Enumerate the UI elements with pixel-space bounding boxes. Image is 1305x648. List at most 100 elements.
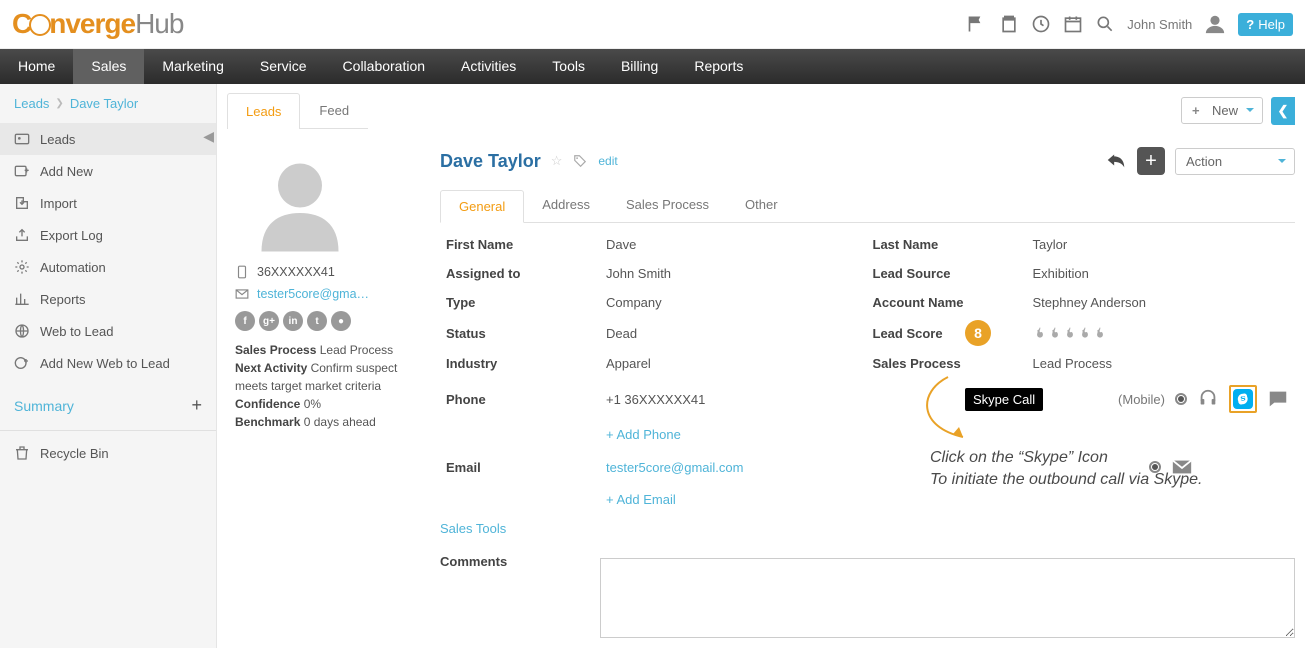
value-sales-process: Lead Process xyxy=(1033,356,1290,371)
phone-primary-radio[interactable] xyxy=(1175,393,1187,405)
sidebar-label: Recycle Bin xyxy=(40,446,109,461)
breadcrumb: Leads ❯ Dave Taylor xyxy=(0,84,216,123)
value-status: Dead xyxy=(606,326,863,341)
google-plus-icon[interactable]: g+ xyxy=(259,311,279,331)
add-email-link[interactable]: + Add Email xyxy=(606,492,676,507)
search-icon[interactable] xyxy=(1095,14,1115,34)
reply-icon[interactable] xyxy=(1105,149,1127,174)
label-industry: Industry xyxy=(446,356,596,371)
clock-icon[interactable] xyxy=(1031,14,1051,34)
label: Sales Process xyxy=(235,343,316,357)
breadcrumb-record[interactable]: Dave Taylor xyxy=(70,96,138,111)
help-button[interactable]: ?Help xyxy=(1238,13,1293,36)
sidebar-item-automation[interactable]: Automation xyxy=(0,251,216,283)
sidebar-item-web-to-lead[interactable]: Web to Lead xyxy=(0,315,216,347)
sidebar-label: Web to Lead xyxy=(40,324,113,339)
label-assigned-to: Assigned to xyxy=(446,266,596,281)
profile-email[interactable]: tester5core@gma… xyxy=(257,287,369,301)
annotation-text: Click on the “Skype” IconTo initiate the… xyxy=(930,447,1202,492)
detail-tabs: General Address Sales Process Other xyxy=(440,189,1295,223)
detail-tab-address[interactable]: Address xyxy=(524,189,608,222)
new-button[interactable]: New xyxy=(1181,97,1263,124)
add-record-button[interactable]: + xyxy=(1137,147,1165,175)
detail-tab-sales-process[interactable]: Sales Process xyxy=(608,189,727,222)
plus-icon[interactable]: + xyxy=(191,395,202,416)
flame-icon xyxy=(1048,324,1062,342)
sidebar-summary[interactable]: Summary xyxy=(14,398,74,414)
twitter-icon[interactable]: t xyxy=(307,311,327,331)
nav-service[interactable]: Service xyxy=(242,49,325,84)
label: Benchmark xyxy=(235,415,300,429)
sidebar-label: Leads xyxy=(40,132,75,147)
main-nav: Home Sales Marketing Service Collaborati… xyxy=(0,49,1305,84)
value-email-link[interactable]: tester5core@gmail.com xyxy=(606,460,743,475)
headset-icon[interactable] xyxy=(1197,388,1219,410)
tab-leads[interactable]: Leads xyxy=(227,93,300,129)
clipboard-icon[interactable] xyxy=(999,14,1019,34)
brand-logo[interactable]: CnvergeHub xyxy=(12,8,183,40)
calendar-icon[interactable] xyxy=(1063,14,1083,34)
panel-collapse-button[interactable]: ❮ xyxy=(1271,97,1295,125)
nav-billing[interactable]: Billing xyxy=(603,49,676,84)
breadcrumb-leads[interactable]: Leads xyxy=(14,96,49,111)
nav-collaboration[interactable]: Collaboration xyxy=(325,49,444,84)
sidebar-label: Reports xyxy=(40,292,86,307)
value-last-name: Taylor xyxy=(1033,237,1290,252)
sidebar-item-recycle-bin[interactable]: Recycle Bin xyxy=(0,437,216,469)
social-row: f g+ in t ● xyxy=(235,311,420,331)
nav-sales[interactable]: Sales xyxy=(73,49,144,84)
label-status: Status xyxy=(446,326,596,341)
sidebar-item-add-new[interactable]: Add New xyxy=(0,155,216,187)
profile-phone: 36XXXXXX41 xyxy=(257,265,335,279)
star-icon[interactable]: ☆ xyxy=(551,153,563,169)
sidebar-item-leads[interactable]: Leads xyxy=(0,123,216,155)
flame-icon xyxy=(1033,324,1047,342)
chevron-right-icon: ❯ xyxy=(55,98,63,109)
id-plus-icon xyxy=(14,163,30,179)
globe-icon xyxy=(14,323,30,339)
sidebar-item-add-web-to-lead[interactable]: Add New Web to Lead xyxy=(0,347,216,379)
sidebar-item-export-log[interactable]: Export Log xyxy=(0,219,216,251)
label-comments: Comments xyxy=(440,554,590,569)
add-phone-link[interactable]: + Add Phone xyxy=(606,427,681,442)
sidebar-label: Export Log xyxy=(40,228,103,243)
detail-tab-general[interactable]: General xyxy=(440,190,524,223)
flag-icon[interactable] xyxy=(967,14,987,34)
globe-plus-icon xyxy=(14,355,30,371)
export-icon xyxy=(14,227,30,243)
sales-tools-link[interactable]: Sales Tools xyxy=(440,521,506,536)
sidebar-label: Import xyxy=(40,196,77,211)
label-first-name: First Name xyxy=(446,237,596,252)
nav-activities[interactable]: Activities xyxy=(443,49,534,84)
sidebar-item-import[interactable]: Import xyxy=(0,187,216,219)
chart-icon xyxy=(14,291,30,307)
nav-home[interactable]: Home xyxy=(0,49,73,84)
phone-type: (Mobile) xyxy=(1118,392,1165,407)
other-social-icon[interactable]: ● xyxy=(331,311,351,331)
flame-icon xyxy=(1078,324,1092,342)
label-last-name: Last Name xyxy=(873,237,1023,252)
sms-icon[interactable] xyxy=(1267,388,1289,410)
sidebar-collapse-icon[interactable]: ◀ xyxy=(203,128,214,145)
linkedin-icon[interactable]: in xyxy=(283,311,303,331)
skype-call-button[interactable] xyxy=(1229,385,1257,413)
nav-tools[interactable]: Tools xyxy=(534,49,603,84)
annotation-step-number: 8 xyxy=(965,320,991,346)
value: 0 days ahead xyxy=(304,415,376,429)
phone-icon xyxy=(235,265,249,279)
detail-tab-other[interactable]: Other xyxy=(727,189,796,222)
edit-link[interactable]: edit xyxy=(598,154,617,168)
nav-reports[interactable]: Reports xyxy=(676,49,761,84)
value-account-name: Stephney Anderson xyxy=(1033,295,1290,310)
value-phone: +1 36XXXXXX41 xyxy=(606,392,705,407)
action-dropdown[interactable]: Action xyxy=(1175,148,1295,175)
sidebar-item-reports[interactable]: Reports xyxy=(0,283,216,315)
nav-marketing[interactable]: Marketing xyxy=(144,49,241,84)
facebook-icon[interactable]: f xyxy=(235,311,255,331)
tab-feed[interactable]: Feed xyxy=(300,92,368,128)
tag-icon[interactable] xyxy=(572,154,588,168)
sidebar: Leads ❯ Dave Taylor ◀ Leads Add New Impo… xyxy=(0,84,217,648)
user-avatar-icon[interactable] xyxy=(1204,13,1226,35)
current-user[interactable]: John Smith xyxy=(1127,17,1192,32)
comments-textarea[interactable] xyxy=(600,558,1295,638)
